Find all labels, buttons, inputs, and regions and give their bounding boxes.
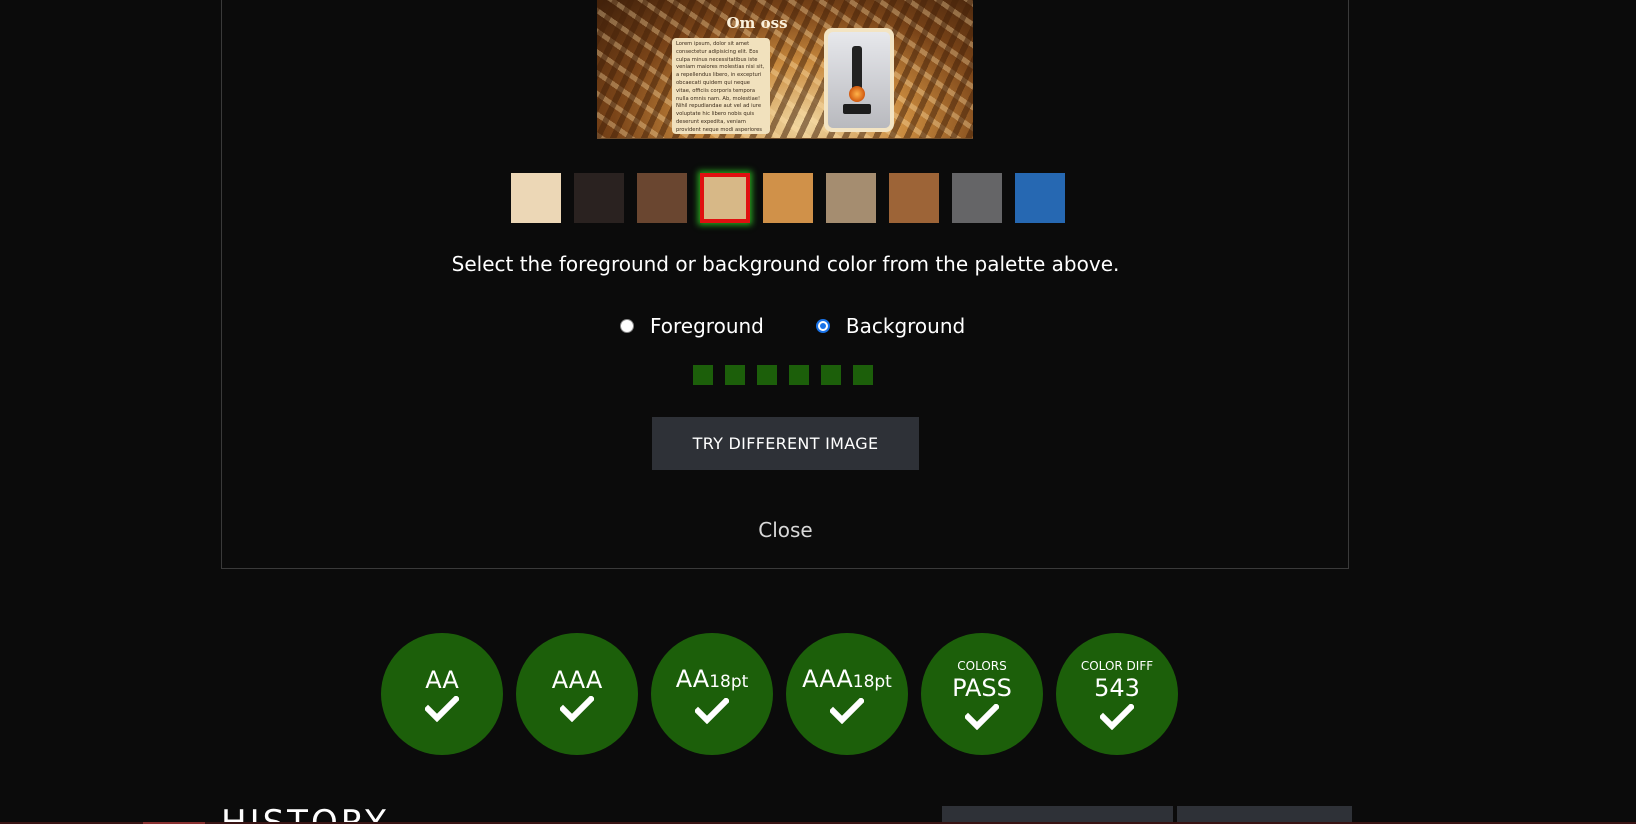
result-badge: AA18pt [651, 633, 773, 755]
result-badge-label: PASS [952, 673, 1012, 702]
preview-body-text: Lorem ipsum, dolor sit amet consectetur … [672, 38, 770, 134]
progress-step [789, 365, 809, 385]
result-badge: COLORS PASS [921, 633, 1043, 755]
palette-swatch[interactable] [574, 173, 624, 223]
preview-title: Om oss [726, 14, 788, 32]
result-badge-caption: COLOR DIFF [1080, 658, 1154, 673]
progress-step [757, 365, 777, 385]
palette-swatch-selected[interactable] [700, 173, 750, 223]
result-badge-label: AA [425, 666, 459, 694]
result-badge-caption: COLORS [957, 658, 1007, 673]
palette-swatch[interactable] [1015, 173, 1065, 223]
result-badge: AAA18pt [786, 633, 908, 755]
palette-swatch[interactable] [889, 173, 939, 223]
result-badge-label: AAA18pt [802, 664, 892, 693]
checkmark-icon [965, 703, 999, 730]
color-palette [511, 173, 1065, 223]
progress-step [853, 365, 873, 385]
result-badge-label: AA18pt [675, 664, 749, 693]
preview-photo [824, 28, 894, 132]
result-badge-label: 543 [1094, 673, 1140, 702]
result-badge: AAA [516, 633, 638, 755]
progress-step [821, 365, 841, 385]
background-radio[interactable] [815, 319, 830, 333]
palette-swatch[interactable] [511, 173, 561, 223]
checkmark-icon [425, 696, 459, 722]
foreground-option[interactable]: Foreground [620, 314, 764, 338]
try-different-image-button[interactable]: TRY DIFFERENT IMAGE [652, 417, 919, 470]
lamp-glow [849, 86, 865, 102]
progress-step [725, 365, 745, 385]
result-badge: AA [381, 633, 503, 755]
color-mode-selector: Foreground Background [620, 311, 965, 341]
result-badge-label: AAA [551, 666, 603, 694]
palette-swatch[interactable] [952, 173, 1002, 223]
sample-image-preview: Om oss Lorem ipsum, dolor sit amet conse… [597, 0, 973, 139]
progress-step [693, 365, 713, 385]
lamp-photo [828, 32, 890, 128]
result-badge-sublabel: 18pt [709, 671, 749, 692]
palette-swatch[interactable] [763, 173, 813, 223]
background-label: Background [845, 314, 966, 338]
foreground-radio[interactable] [620, 319, 634, 333]
result-badge: COLOR DIFF 543 [1056, 633, 1178, 755]
palette-swatch[interactable] [826, 173, 876, 223]
progress-indicator [693, 365, 873, 385]
checkmark-icon [830, 697, 864, 724]
close-link[interactable]: Close [0, 518, 1571, 542]
lamp-base [843, 104, 871, 114]
foreground-label: Foreground [650, 314, 764, 338]
checkmark-icon [1100, 703, 1134, 730]
background-option[interactable]: Background [815, 314, 966, 338]
contrast-results: AA AAA AA18pt AAA18pt COLORS PASS COLOR DIFF 54… [381, 633, 1178, 755]
checkmark-icon [695, 697, 729, 724]
checkmark-icon [560, 696, 594, 722]
palette-swatch[interactable] [637, 173, 687, 223]
palette-instruction: Select the foreground or background colo… [451, 252, 1120, 276]
result-badge-sublabel: 18pt [852, 671, 892, 692]
